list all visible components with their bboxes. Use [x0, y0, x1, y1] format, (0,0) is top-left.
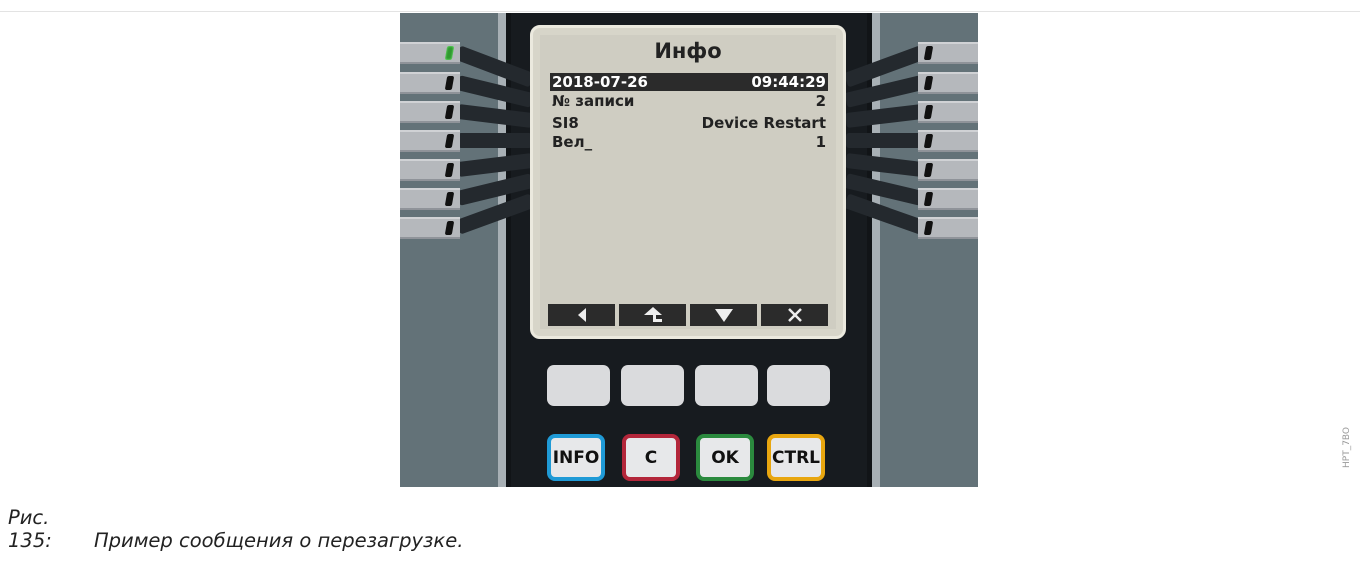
event-value-label: Вел_ — [552, 133, 593, 151]
record-number-row[interactable]: № записи 2 — [550, 92, 828, 110]
record-number-label: № записи — [552, 92, 635, 110]
screen-title: Инфо — [654, 39, 722, 63]
blank-key-3[interactable] — [695, 365, 758, 406]
softkey-back[interactable] — [548, 304, 615, 326]
softkey-bar — [548, 304, 828, 326]
arrow-left-icon — [577, 308, 586, 322]
arrow-up-return-icon — [643, 307, 662, 322]
softkey-down[interactable] — [690, 304, 757, 326]
event-source-value: Device Restart — [701, 114, 826, 132]
blank-key-1[interactable] — [547, 365, 610, 406]
close-icon — [787, 308, 802, 322]
record-time: 09:44:29 — [751, 73, 826, 91]
figure-id: HPT_7BO — [1342, 426, 1352, 468]
figure-caption: Рис. 135: Пример сообщения о перезагрузке… — [8, 506, 463, 552]
led-wire-left — [458, 133, 532, 148]
top-border-line — [0, 11, 1360, 12]
blank-key-4[interactable] — [767, 365, 830, 406]
figure-caption-text: Пример сообщения о перезагрузке. — [94, 529, 464, 552]
event-value-value: 1 — [815, 133, 826, 151]
record-number-value: 2 — [815, 92, 826, 110]
arrow-down-icon — [714, 309, 733, 322]
clear-button[interactable]: C — [622, 434, 680, 481]
ok-button[interactable]: OK — [696, 434, 754, 481]
event-source-row[interactable]: SI8 Device Restart — [550, 114, 828, 132]
softkey-close[interactable] — [761, 304, 828, 326]
event-value-row[interactable]: Вел_ 1 — [550, 133, 828, 151]
lcd-display: Инфо 2018-07-26 09:44:29 № записи 2 SI8 … — [540, 35, 836, 329]
ctrl-button[interactable]: CTRL — [767, 434, 825, 481]
record-date: 2018-07-26 — [552, 73, 648, 91]
figure-number: Рис. 135: — [8, 506, 52, 552]
led-wire-right — [846, 133, 922, 148]
record-datetime-row[interactable]: 2018-07-26 09:44:29 — [550, 73, 828, 91]
info-button[interactable]: INFO — [547, 434, 605, 481]
blank-key-2[interactable] — [621, 365, 684, 406]
softkey-up[interactable] — [619, 304, 686, 326]
event-source-label: SI8 — [552, 114, 579, 132]
